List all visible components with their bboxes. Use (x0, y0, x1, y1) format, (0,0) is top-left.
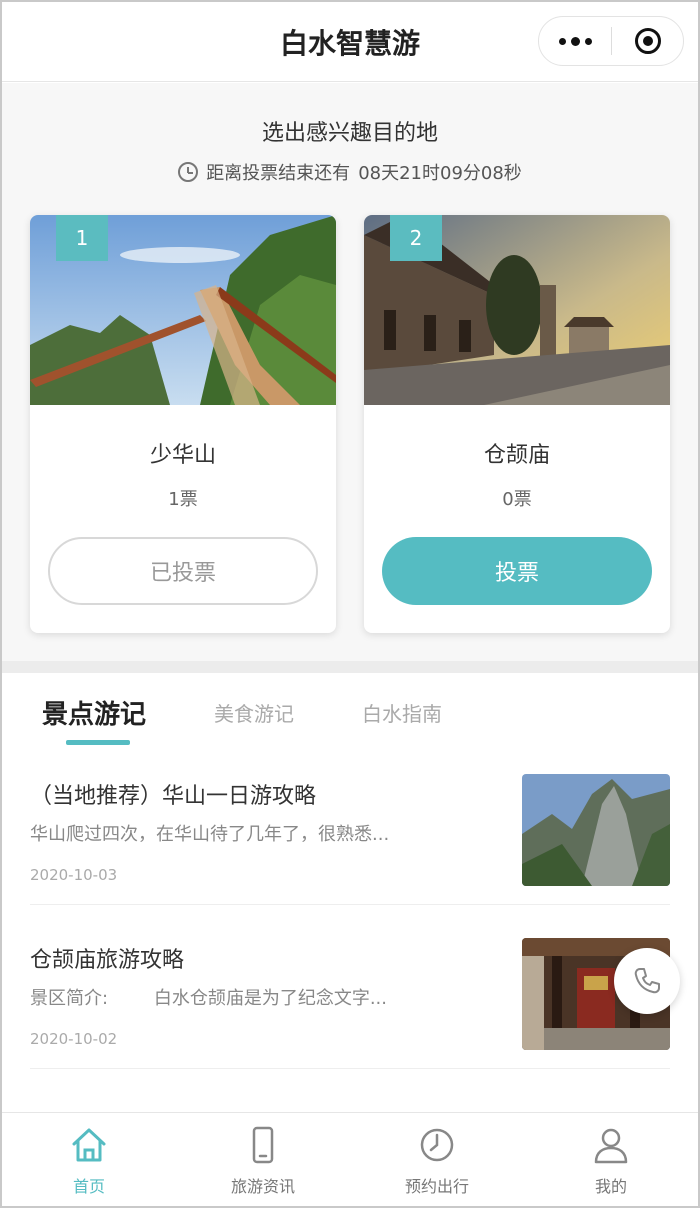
nav-home[interactable]: 首页 (2, 1113, 176, 1206)
phone-icon (634, 968, 660, 994)
nav-label: 我的 (594, 1177, 627, 1196)
article-summary: 华山爬过四次，在华山待了几年了，很熟悉... (30, 824, 390, 845)
rank-badge: 2 (390, 215, 442, 261)
phone-icon (252, 1126, 274, 1164)
nav-reservation[interactable]: 预约出行 (350, 1113, 524, 1206)
tab-scenic-travelogue[interactable]: 景点游记 (42, 694, 146, 731)
more-menu-button[interactable] (539, 17, 611, 65)
mini-program-capsule (538, 16, 684, 66)
destination-name: 少华山 (149, 443, 216, 468)
destination-name: 仓颉庙 (483, 443, 550, 468)
countdown-label: 距离投票结束还有 (206, 163, 351, 184)
article-title: 仓颉庙旅游攻略 (30, 948, 185, 973)
article-date: 2020-10-03 (30, 866, 118, 884)
article-date: 2020-10-02 (30, 1030, 118, 1048)
close-program-button[interactable] (612, 17, 683, 65)
vote-card-shaohuashan[interactable]: 1 少华山 1票 已投票 (30, 215, 336, 633)
dot-icon (558, 37, 566, 45)
vote-countdown: 距离投票结束还有 08天21时09分08秒 (2, 159, 698, 185)
section-divider (2, 661, 698, 673)
article-thumbnail (522, 774, 670, 886)
vote-count: 0票 (502, 489, 532, 510)
tab-food-travelogue[interactable]: 美食游记 (214, 698, 294, 727)
home-icon (72, 1128, 106, 1162)
active-tab-indicator (66, 740, 130, 745)
clock-icon (420, 1128, 454, 1162)
dot-icon (584, 37, 592, 45)
article-tabs: 景点游记 美食游记 白水指南 (2, 674, 698, 754)
countdown-value: 08天21时09分08秒 (358, 163, 522, 184)
target-icon (634, 28, 661, 54)
article-summary: 景区简介: 白水仓颉庙是为了纪念文字... (30, 988, 388, 1009)
article-list: （当地推荐）华山一日游攻略 华山爬过四次，在华山待了几年了，很熟悉... 202… (2, 754, 698, 1114)
rank-badge: 1 (56, 215, 108, 261)
nav-label: 首页 (72, 1177, 105, 1196)
nav-profile[interactable]: 我的 (524, 1113, 698, 1206)
clock-icon (178, 162, 199, 182)
call-button[interactable] (614, 948, 680, 1014)
vote-card-cangjiemiao[interactable]: 2 仓颉庙 0票 投票 (364, 215, 670, 633)
user-icon (594, 1128, 628, 1164)
list-item[interactable]: （当地推荐）华山一日游攻略 华山爬过四次，在华山待了几年了，很熟悉... 202… (30, 754, 670, 905)
article-title: （当地推荐）华山一日游攻略 (30, 784, 317, 809)
voted-button[interactable]: 已投票 (48, 537, 318, 605)
row-divider (30, 904, 670, 905)
scenic-photo-shaohuashan: 1 (30, 215, 336, 405)
app-frame: 白水智慧游 选出感兴趣目的地 距离投票结束还有 08天21时09分08秒 1 少… (0, 0, 700, 1208)
scenic-photo-cangjiemiao: 2 (364, 215, 670, 405)
vote-button[interactable]: 投票 (382, 537, 652, 605)
nav-label: 旅游资讯 (230, 1177, 295, 1196)
nav-travel-news[interactable]: 旅游资讯 (176, 1113, 350, 1206)
dot-icon (570, 36, 580, 46)
vote-count: 1票 (168, 489, 198, 510)
nav-label: 预约出行 (404, 1177, 469, 1196)
vote-section: 选出感兴趣目的地 距离投票结束还有 08天21时09分08秒 1 少华山 1票 … (2, 83, 698, 661)
tab-baishui-guide[interactable]: 白水指南 (362, 698, 442, 727)
bottom-navigation: 首页 旅游资讯 预约出行 我的 (2, 1112, 698, 1206)
vote-heading: 选出感兴趣目的地 (261, 121, 438, 146)
list-item[interactable]: 仓颉庙旅游攻略 景区简介: 白水仓颉庙是为了纪念文字... 2020-10-02 (30, 918, 670, 1069)
top-bar: 白水智慧游 (2, 2, 698, 82)
row-divider (30, 1068, 670, 1069)
